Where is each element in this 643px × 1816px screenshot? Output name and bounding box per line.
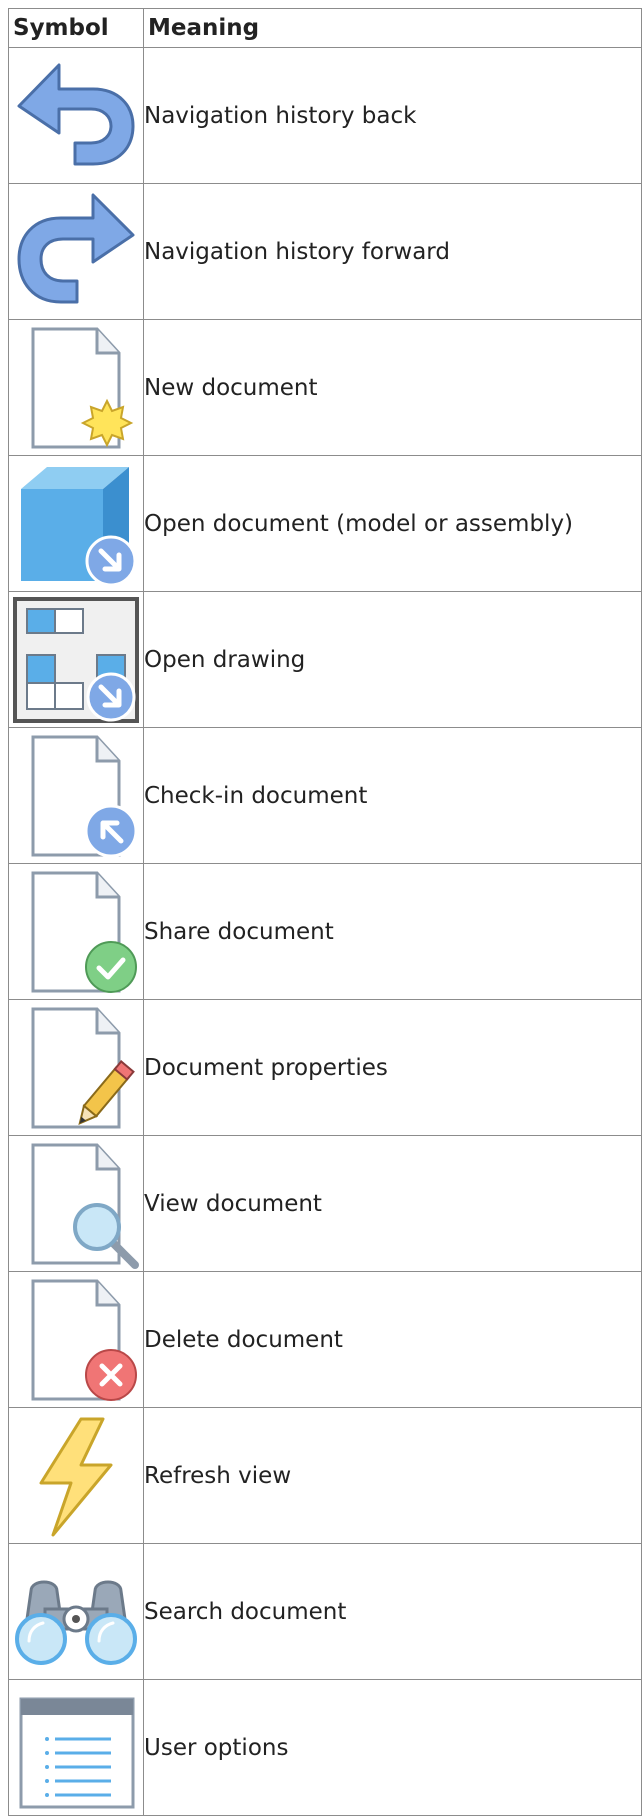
symbol-cell (8, 47, 144, 184)
table-header-row: Symbol Meaning (8, 8, 642, 48)
symbol-cell (8, 1679, 144, 1816)
symbol-cell (8, 1271, 144, 1408)
meaning-cell: User options (143, 1679, 642, 1816)
share-document-icon (31, 871, 137, 993)
symbol-cell (8, 591, 144, 728)
table-row: Navigation history back (8, 47, 642, 184)
check-in-document-icon (31, 735, 138, 857)
table-row: View document (8, 1135, 642, 1272)
new-document-icon (31, 327, 134, 448)
symbol-cell (8, 319, 144, 456)
meaning-cell: Delete document (143, 1271, 642, 1408)
delete-document-icon (31, 1279, 137, 1401)
symbol-legend-table: Symbol Meaning Navigation history back N… (8, 8, 642, 1816)
symbol-cell (8, 1135, 144, 1272)
symbol-cell (8, 1543, 144, 1680)
meaning-cell: Check-in document (143, 727, 642, 864)
symbol-cell (8, 183, 144, 320)
meaning-cell: Navigation history forward (143, 183, 642, 320)
user-options-icon (19, 1697, 135, 1808)
table-row: Open drawing (8, 591, 642, 728)
table-row: Delete document (8, 1271, 642, 1408)
refresh-lightning-icon (39, 1417, 113, 1536)
header-meaning: Meaning (143, 8, 642, 48)
table-row: User options (8, 1679, 642, 1816)
symbol-cell (8, 999, 144, 1136)
binoculars-icon (15, 1580, 137, 1665)
arrow-forward-icon (17, 193, 135, 303)
meaning-cell: Document properties (143, 999, 642, 1136)
table-row: Share document (8, 863, 642, 1000)
document-properties-icon (31, 1007, 135, 1128)
meaning-cell: Navigation history back (143, 47, 642, 184)
table-row: New document (8, 319, 642, 456)
open-model-icon (21, 466, 137, 586)
symbol-cell (8, 727, 144, 864)
symbol-cell (8, 1407, 144, 1544)
meaning-cell: Open drawing (143, 591, 642, 728)
meaning-cell: Search document (143, 1543, 642, 1680)
meaning-cell: New document (143, 319, 642, 456)
symbol-cell (8, 863, 144, 1000)
table-row: Refresh view (8, 1407, 642, 1544)
header-symbol: Symbol (8, 8, 144, 48)
view-document-icon (31, 1143, 139, 1269)
table-row: Document properties (8, 999, 642, 1136)
table-row: Navigation history forward (8, 183, 642, 320)
arrow-back-icon (17, 63, 135, 165)
meaning-cell: Share document (143, 863, 642, 1000)
symbol-cell (8, 455, 144, 592)
meaning-cell: View document (143, 1135, 642, 1272)
table-row: Check-in document (8, 727, 642, 864)
open-drawing-icon (13, 596, 139, 723)
table-row: Open document (model or assembly) (8, 455, 642, 592)
meaning-cell: Refresh view (143, 1407, 642, 1544)
table-row: Search document (8, 1543, 642, 1680)
meaning-cell: Open document (model or assembly) (143, 455, 642, 592)
